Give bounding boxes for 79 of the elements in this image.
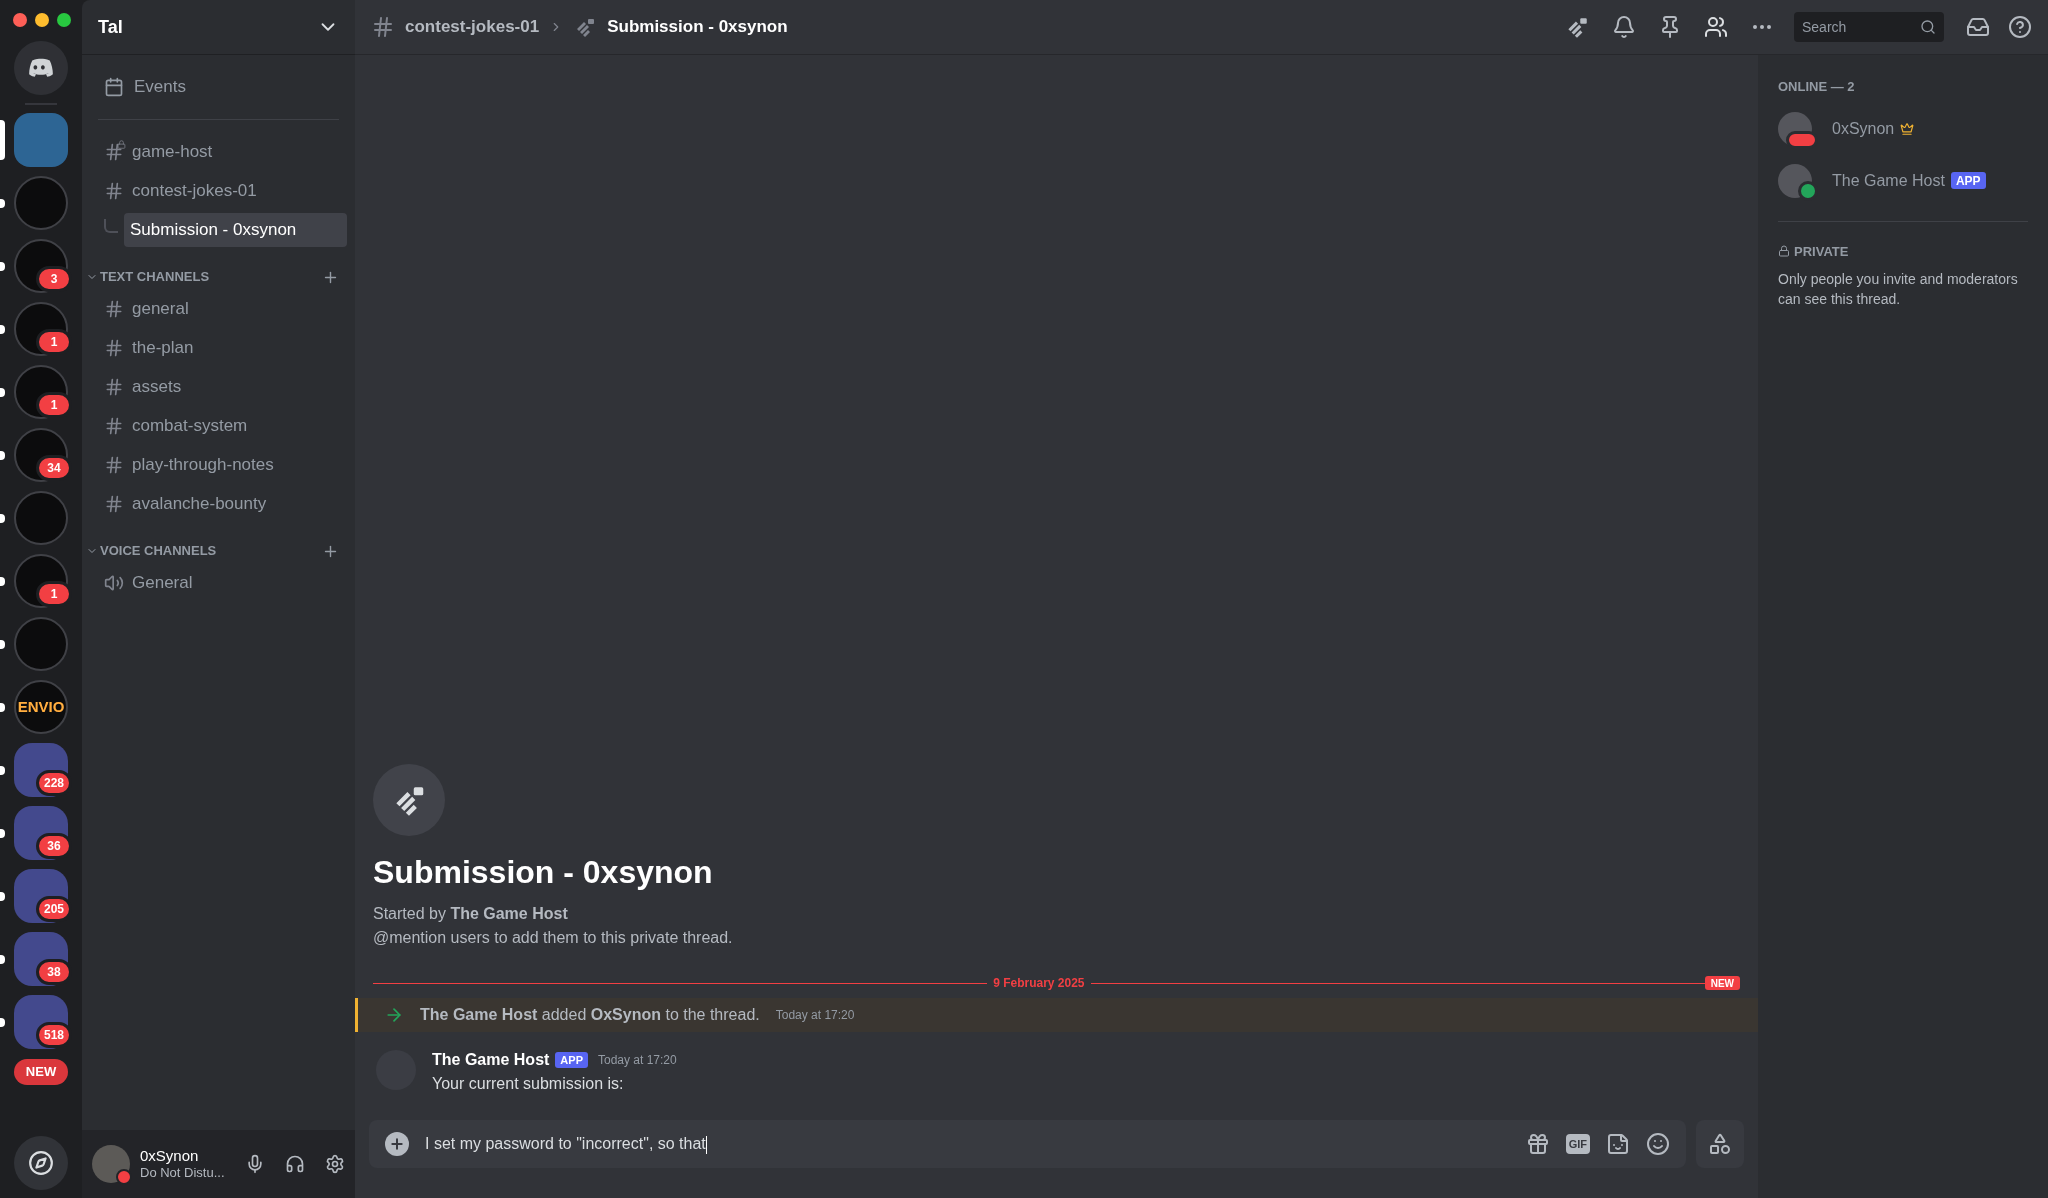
dnd-status-icon	[116, 1169, 132, 1185]
new-badge: NEW	[1704, 976, 1740, 990]
thread-heading: Submission - 0xsynon	[373, 853, 714, 892]
gif-button[interactable]: GIF	[1565, 1134, 1590, 1154]
started-by-text: Started by The Game Host	[373, 904, 569, 924]
unread-badge: 1	[36, 392, 72, 418]
microphone-icon[interactable]	[245, 1154, 265, 1174]
minimize-window-button[interactable]	[35, 13, 49, 27]
bell-icon[interactable]	[1612, 15, 1636, 39]
timestamp: Today at 17:20	[775, 1007, 855, 1024]
shapes-icon	[1708, 1132, 1732, 1156]
thread-branch-icon	[104, 218, 118, 233]
search-field[interactable]: Search	[1794, 12, 1944, 42]
channel-item[interactable]: game-host	[98, 134, 347, 169]
unread-badge: 38	[36, 959, 72, 985]
events-item[interactable]: Events	[98, 67, 192, 107]
app-badge: APP	[555, 1052, 588, 1068]
user-name: 0xSynon	[140, 1146, 200, 1166]
unread-badge: 3	[36, 266, 72, 292]
sticker-icon[interactable]	[1606, 1132, 1630, 1156]
hash-icon	[104, 180, 124, 201]
unread-badge: 1	[36, 581, 72, 607]
hash-icon	[104, 493, 124, 514]
channel-item[interactable]: avalanche-bounty	[98, 486, 347, 521]
locked-hash-icon	[104, 141, 124, 162]
unread-badge: 34	[36, 455, 72, 481]
message-input[interactable]: I set my password to "incorrect", so that GIF	[369, 1120, 1686, 1168]
hash-icon	[104, 454, 124, 475]
emoji-icon[interactable]	[1646, 1132, 1670, 1156]
members-icon[interactable]	[1704, 15, 1728, 39]
date-divider: 9 February 2025	[992, 975, 1086, 992]
hash-icon	[104, 298, 124, 319]
channel-item[interactable]: play-through-notes	[98, 447, 347, 482]
channel-item[interactable]: Submission - 0xsynon	[124, 212, 347, 247]
hash-icon	[104, 415, 124, 436]
timestamp: Today at 17:20	[598, 1052, 677, 1069]
add-attachment-icon[interactable]	[385, 1132, 409, 1156]
help-icon[interactable]	[2008, 15, 2032, 39]
unread-badge: 36	[36, 833, 72, 859]
search-icon	[1920, 19, 1936, 35]
channel-item[interactable]: assets	[98, 369, 347, 404]
hash-icon	[104, 376, 124, 397]
private-heading: PRIVATE	[1794, 242, 1849, 261]
headphones-icon[interactable]	[285, 1154, 305, 1174]
close-window-button[interactable]	[13, 13, 27, 27]
apps-button[interactable]	[1696, 1120, 1744, 1168]
member-item[interactable]: 0xSynon	[1778, 102, 2028, 155]
new-pill[interactable]: NEW	[13, 1059, 69, 1085]
hash-icon	[104, 337, 124, 358]
thread-title: Submission - 0xsynon	[607, 16, 788, 39]
parent-channel-link[interactable]: contest-jokes-01	[405, 14, 540, 40]
message-text: Your current submission is:	[432, 1074, 625, 1094]
inbox-icon[interactable]	[1966, 15, 1990, 39]
channel-item[interactable]: general	[98, 291, 347, 326]
system-text: The Game Host added OxSynon to the thread.	[420, 1005, 760, 1025]
user-avatar[interactable]	[92, 1145, 130, 1183]
channel-item[interactable]: General	[98, 565, 347, 600]
category-header[interactable]: VOICE CHANNELS	[86, 541, 217, 561]
speaker-icon	[104, 572, 124, 593]
lock-icon	[1778, 245, 1790, 258]
unread-badge: 1	[36, 329, 72, 355]
category-header[interactable]: TEXT CHANNELS	[86, 267, 210, 287]
hash-icon	[371, 15, 395, 39]
online-heading: ONLINE — 2	[1778, 78, 1856, 96]
gift-icon[interactable]	[1525, 1132, 1550, 1156]
server-icon[interactable]: ENVIO	[14, 680, 68, 734]
channel-item[interactable]: contest-jokes-01	[98, 173, 347, 208]
user-status: Do Not Distu...	[140, 1165, 226, 1182]
app-badge: APP	[1950, 172, 1986, 189]
member-item[interactable]: The Game Host APP	[1778, 154, 2028, 207]
author-name: The Game Host	[432, 1050, 550, 1070]
channel-item[interactable]: combat-system	[98, 408, 347, 443]
channel-item[interactable]: the-plan	[98, 330, 347, 365]
privacy-text: Only people you invite and moderators can see this thread.	[1778, 270, 2019, 309]
mention-hint: @mention users to add them to this private thread.	[373, 928, 734, 948]
compass-icon	[28, 1150, 54, 1176]
maximize-window-button[interactable]	[57, 13, 71, 27]
calendar-icon	[104, 77, 124, 97]
settings-icon[interactable]	[325, 1154, 345, 1174]
